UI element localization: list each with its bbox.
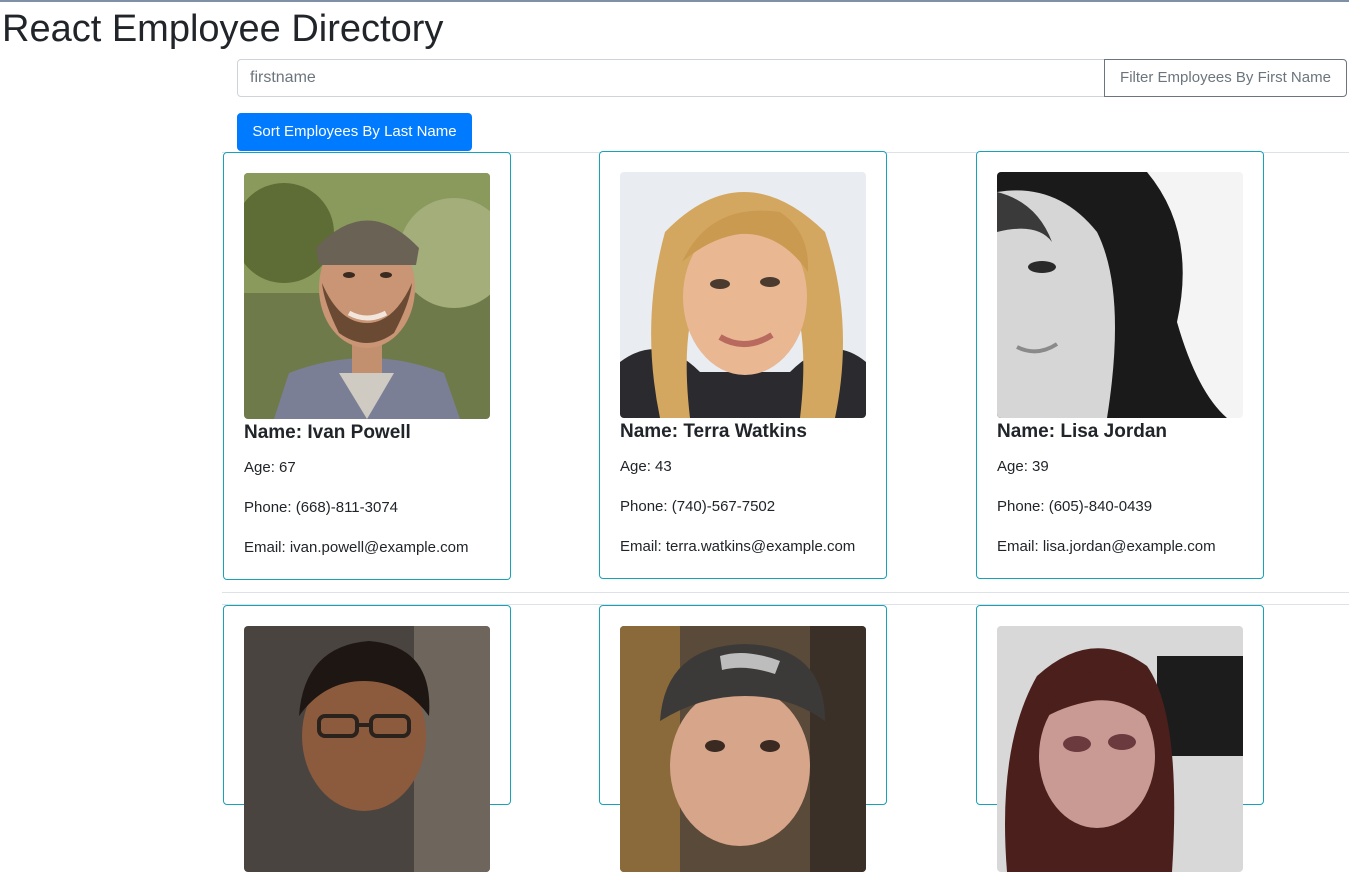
employee-photo (244, 173, 490, 419)
employee-card: Name: Ivan Powell Age: 67 Phone: (668)-8… (223, 152, 511, 580)
employee-age: Age: 43 (620, 458, 672, 475)
employee-age: Age: 39 (997, 458, 1049, 475)
sort-button[interactable]: Sort Employees By Last Name (237, 113, 472, 151)
employee-email: Email: lisa.jordan@example.com (997, 538, 1216, 555)
search-group: Filter Employees By First Name (237, 59, 1347, 97)
search-input[interactable] (237, 59, 1105, 97)
employee-name: Name: Lisa Jordan (997, 421, 1167, 442)
employee-card (223, 605, 511, 872)
employee-phone: Phone: (668)-811-3074 (244, 499, 398, 516)
window-top-border (0, 0, 1349, 2)
employee-photo (620, 172, 866, 418)
employee-phone: Phone: (605)-840-0439 (997, 498, 1153, 515)
employee-card (976, 605, 1264, 872)
filter-button[interactable]: Filter Employees By First Name (1104, 59, 1347, 97)
employee-card (599, 605, 887, 872)
employee-photo (620, 626, 866, 872)
employee-email: Email: ivan.powell@example.com (244, 539, 469, 556)
employee-photo (997, 172, 1243, 418)
employee-name: Name: Ivan Powell (244, 422, 411, 443)
employee-phone: Phone: (740)-567-7502 (620, 498, 776, 515)
employee-name: Name: Terra Watkins (620, 421, 807, 442)
employee-photo (244, 626, 490, 872)
employee-email: Email: terra.watkins@example.com (620, 538, 856, 555)
employee-age: Age: 67 (244, 459, 296, 476)
page-title: React Employee Directory (2, 8, 444, 50)
employee-card: Name: Lisa Jordan Age: 39 Phone: (605)-8… (976, 151, 1264, 579)
employee-photo (997, 626, 1243, 872)
employee-card: Name: Terra Watkins Age: 43 Phone: (740)… (599, 151, 887, 579)
